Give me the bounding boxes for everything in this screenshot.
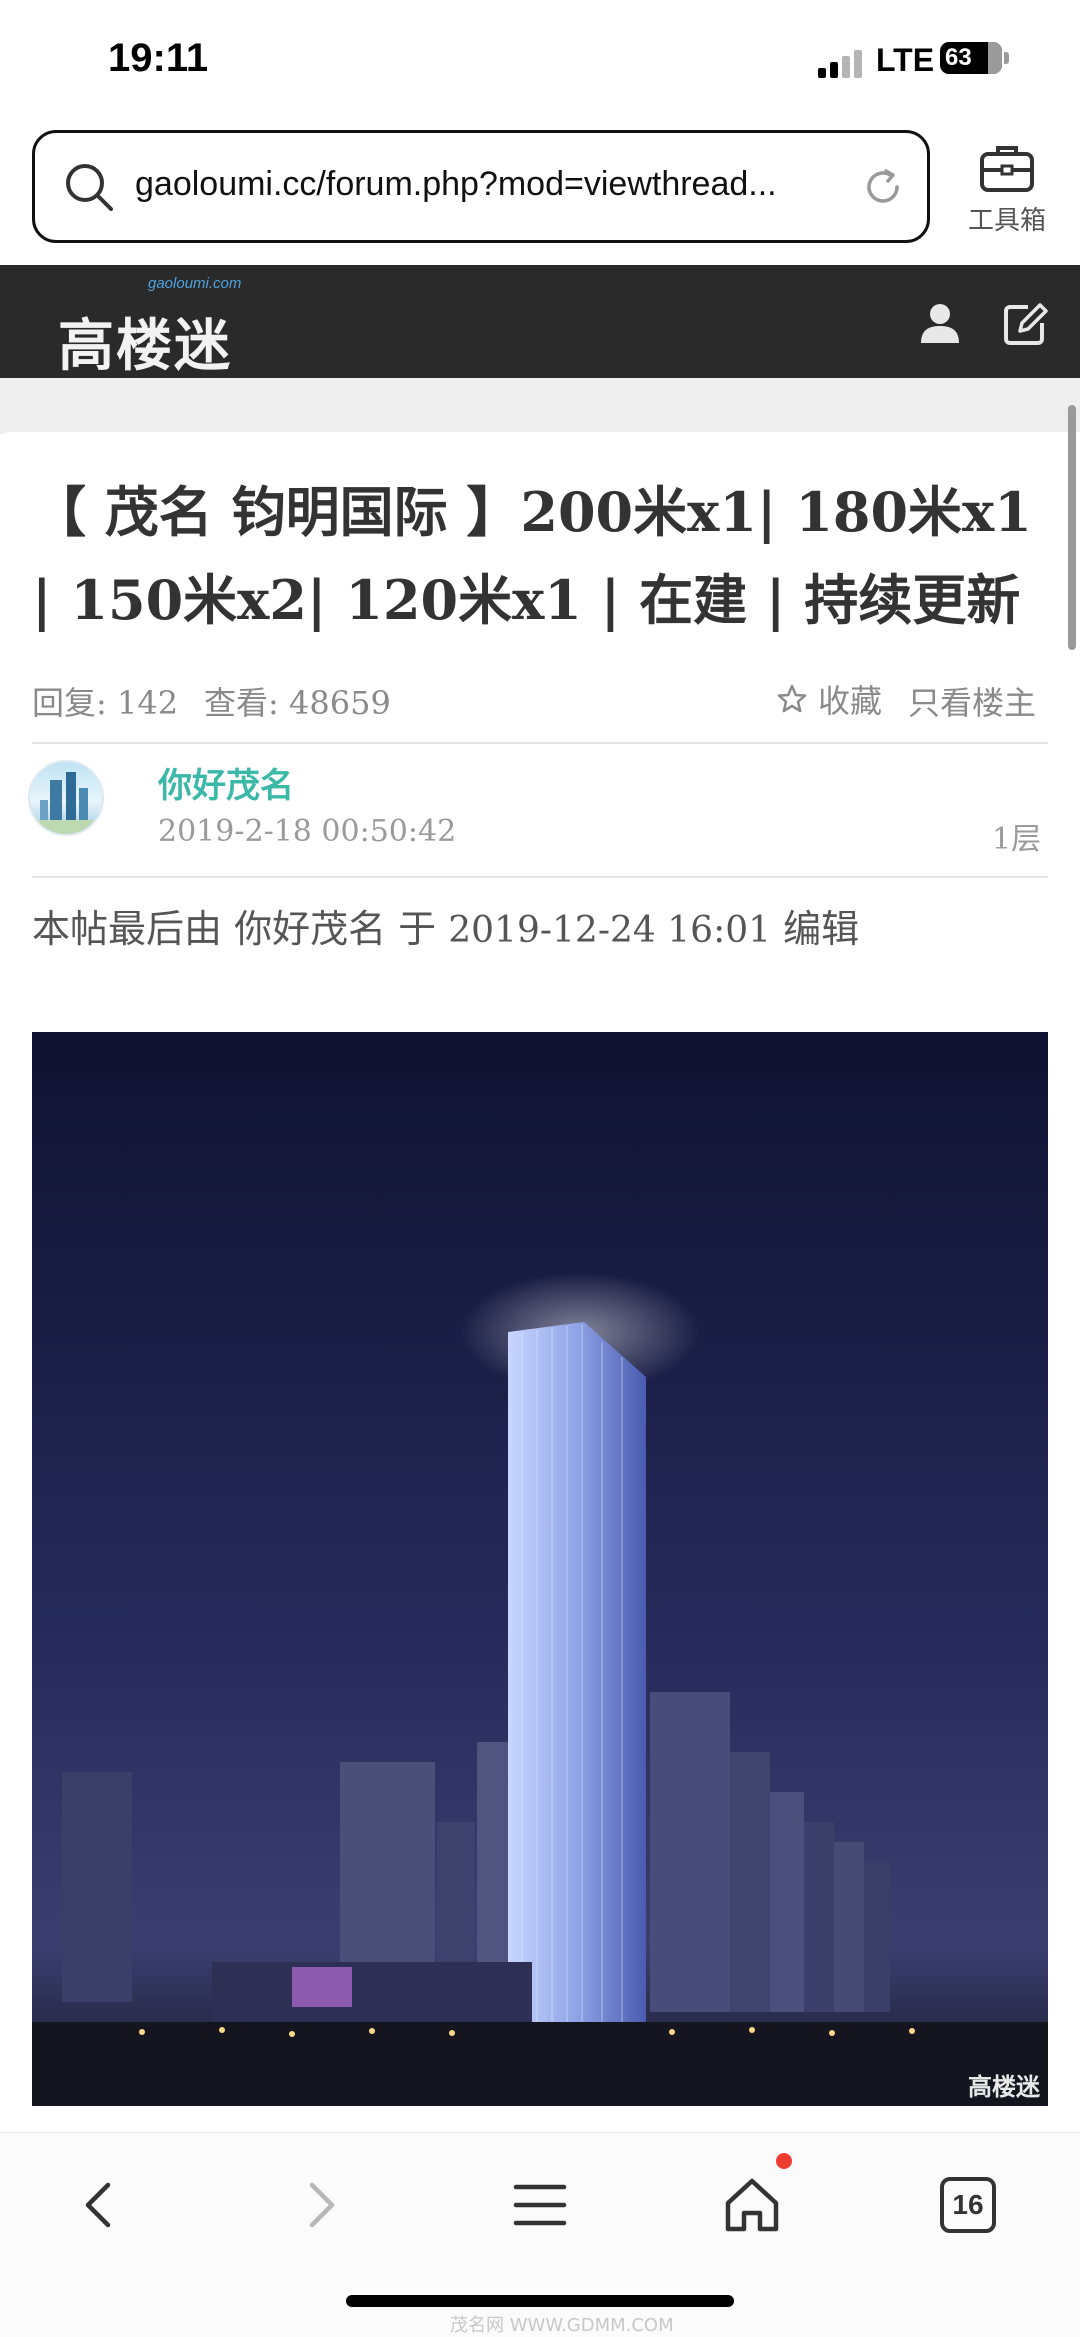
divider: [32, 742, 1048, 744]
address-bar[interactable]: gaoloumi.cc/forum.php?mod=viewthread...: [32, 130, 930, 243]
site-header: gaoloumi.com 高楼迷: [0, 265, 1080, 379]
toolbox-button[interactable]: 工具箱: [952, 142, 1062, 252]
views-stat: 查看: 48659: [204, 684, 391, 722]
replies-count: 142: [116, 684, 179, 722]
edit-note: 本帖最后由 你好茂名 于 2019-12-24 16:01 编辑: [32, 898, 859, 953]
replies-stat: 回复: 142: [32, 684, 178, 722]
thread-title: 【 茂名 钧明国际 】200米x1| 180米x1 | 150米x2| 120米…: [32, 480, 1032, 632]
scrollbar[interactable]: [1068, 405, 1076, 650]
home-icon[interactable]: [720, 2173, 784, 2237]
logo-domain: gaoloumi.com: [148, 275, 242, 292]
views-label: 查看:: [204, 684, 279, 722]
header-gap: [0, 378, 1080, 434]
battery-tip: [1004, 52, 1009, 64]
edit-icon[interactable]: [1002, 301, 1048, 347]
image-watermark: 高楼迷: [968, 2073, 1040, 2101]
home-indicator: [346, 2295, 734, 2307]
battery-icon: 63: [940, 42, 1002, 74]
site-logo[interactable]: gaoloumi.com 高楼迷: [58, 273, 298, 379]
floor-number: 1层: [992, 822, 1042, 857]
edit-prefix: 本帖最后由 你好茂名 于: [32, 907, 449, 951]
reload-icon[interactable]: [859, 163, 907, 211]
back-icon[interactable]: [68, 2173, 132, 2237]
edit-time: 2019-12-24 16:01: [448, 910, 772, 951]
bottom-toolbar: 16 茂名网 WWW.GDMM.COM: [0, 2132, 1080, 2337]
logo-text: 高楼迷: [58, 314, 232, 379]
url-text[interactable]: gaoloumi.cc/forum.php?mod=viewthread...: [135, 165, 855, 204]
toolbox-icon: [980, 146, 1034, 192]
search-icon: [66, 164, 113, 211]
avatar[interactable]: [28, 760, 104, 836]
battery-level: 63: [945, 44, 972, 71]
toolbox-label: 工具箱: [967, 206, 1046, 236]
forward-icon[interactable]: [288, 2173, 352, 2237]
network-type: LTE: [876, 42, 935, 78]
favorite-button[interactable]: 收藏: [776, 676, 882, 722]
post-time: 2019-2-18 00:50:42: [158, 814, 457, 849]
post-image[interactable]: 高楼迷: [32, 1032, 1048, 2106]
bottom-watermark: 茂名网 WWW.GDMM.COM: [450, 2315, 674, 2336]
favorite-label: 收藏: [818, 682, 883, 720]
edit-suffix: 编辑: [771, 907, 860, 951]
thread-stats: 回复: 142 查看: 48659: [32, 678, 417, 724]
thread-content: 【 茂名 钧明国际 】200米x1| 180米x1 | 150米x2| 120米…: [0, 432, 1080, 2132]
status-bar: 19:11 LTE 63: [0, 0, 1080, 125]
signal-icon: [818, 50, 866, 78]
status-time: 19:11: [108, 36, 209, 80]
replies-label: 回复:: [32, 684, 107, 722]
views-count: 48659: [289, 684, 391, 722]
user-icon[interactable]: [918, 301, 962, 345]
menu-icon[interactable]: [508, 2173, 572, 2237]
author-name[interactable]: 你好茂名: [158, 758, 294, 807]
only-host-button[interactable]: 只看楼主: [908, 678, 1036, 724]
tabs-button[interactable]: 16: [940, 2177, 996, 2233]
star-icon: [777, 684, 807, 713]
notification-dot: [776, 2153, 792, 2169]
divider: [32, 876, 1048, 878]
